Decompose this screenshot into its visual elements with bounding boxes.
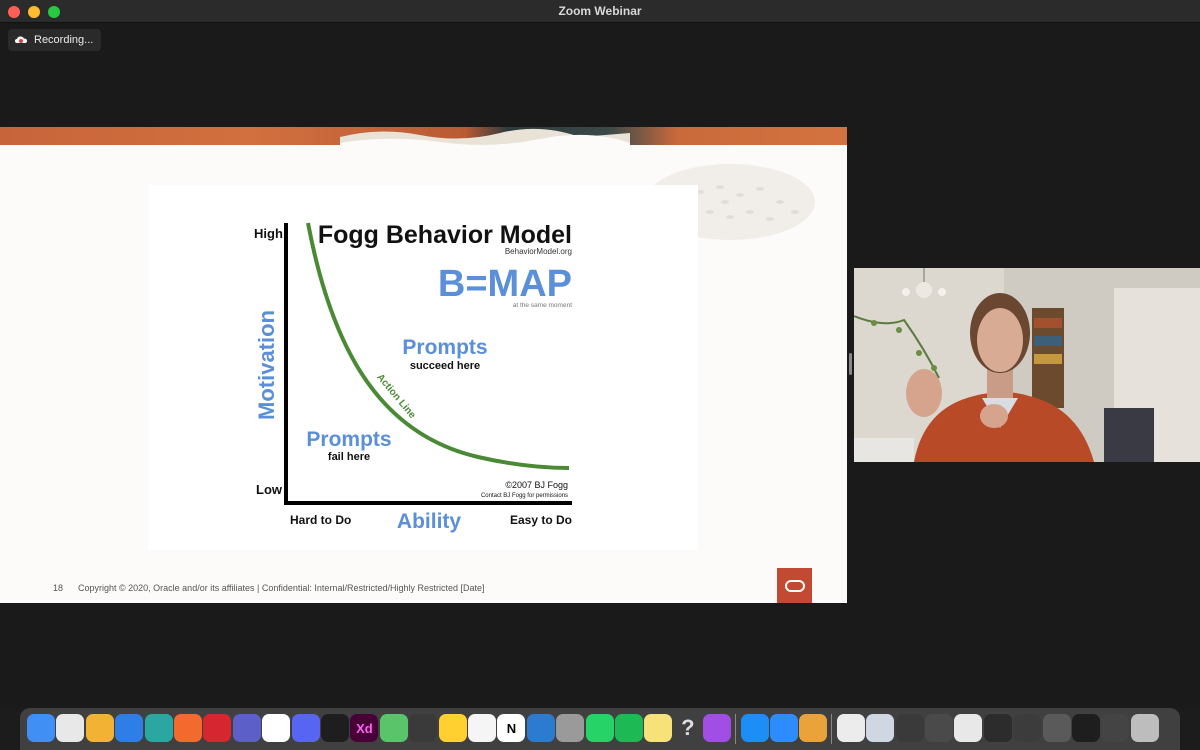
bird-icon[interactable] (409, 714, 438, 742)
webinar-view: Recording... High Low Motivation Fogg Be… (0, 23, 1200, 708)
cloud-recording-icon (15, 36, 27, 43)
x-axis-label: Ability (397, 510, 461, 533)
window-thumbnail-icon[interactable] (1101, 714, 1130, 742)
teams-icon[interactable] (232, 714, 261, 742)
settings-icon[interactable] (556, 714, 585, 742)
figma-icon[interactable] (321, 714, 349, 742)
formula-text: B=MAP (438, 263, 572, 305)
dock-separator (830, 714, 832, 744)
location-icon[interactable] (799, 714, 828, 742)
diagram-canvas: High Low Motivation Fogg Behavior Model … (254, 221, 572, 533)
opera-icon[interactable] (203, 714, 232, 742)
notes-icon[interactable] (644, 714, 673, 742)
shared-slide: High Low Motivation Fogg Behavior Model … (0, 127, 847, 603)
oracle-ring-icon (784, 579, 805, 592)
safari-icon[interactable] (115, 714, 144, 742)
trello-icon[interactable] (526, 714, 555, 742)
miro-icon[interactable] (438, 714, 467, 742)
whatsapp-icon[interactable] (585, 714, 614, 742)
formula-note: at the same moment (513, 302, 572, 309)
chrome-canary-icon[interactable] (85, 714, 114, 742)
xd-icon[interactable]: Xd (350, 714, 379, 742)
x-left-label: Hard to Do (290, 513, 351, 527)
window-thumbnail-icon[interactable] (925, 714, 953, 742)
oracle-logo (777, 568, 812, 603)
prompts-succeed-sub: succeed here (410, 360, 480, 372)
podcasts-icon[interactable] (703, 714, 732, 742)
window-thumbnail-icon[interactable] (1042, 714, 1071, 742)
x-right-label: Easy to Do (510, 513, 572, 527)
finder-icon[interactable] (27, 714, 55, 742)
slide-copyright: Copyright © 2020, Oracle and/or its affi… (78, 583, 485, 593)
recording-label: Recording... (34, 34, 94, 46)
speaker-video-frame (854, 268, 1200, 462)
slack-icon[interactable] (262, 714, 291, 742)
window-thumbnail-icon[interactable] (1013, 714, 1042, 742)
macos-dock: Xd N? (20, 708, 1180, 750)
help-icon[interactable]: ? (674, 714, 702, 742)
diagram-site: BehaviorModel.org (505, 247, 572, 256)
y-low-label: Low (256, 482, 283, 497)
app-store-icon[interactable] (740, 714, 769, 742)
window-controls (8, 6, 60, 18)
discord-icon[interactable] (291, 714, 320, 742)
slide-band-decoration (340, 128, 630, 149)
slide-page-number: 18 (53, 583, 64, 593)
slide-footer: 18 Copyright © 2020, Oracle and/or its a… (0, 579, 847, 599)
window-thumbnail-icon[interactable] (1072, 714, 1100, 742)
chrome-icon[interactable] (56, 714, 85, 742)
panel-resize-handle[interactable] (849, 353, 852, 375)
window-title: Zoom Webinar (558, 4, 642, 18)
edge-beta-icon[interactable] (144, 714, 173, 742)
y-axis-label: Motivation (254, 310, 279, 420)
firefox-icon[interactable] (174, 714, 202, 742)
mail-icon[interactable] (468, 714, 496, 742)
document-icon[interactable] (836, 714, 865, 742)
notion-icon[interactable]: N (497, 714, 526, 742)
zoom-icon[interactable] (770, 714, 798, 742)
recording-indicator[interactable]: Recording... (8, 29, 102, 51)
window-thumbnail-icon[interactable] (866, 714, 895, 742)
credit-text: ©2007 BJ Fogg (505, 480, 568, 490)
title-bar: Zoom Webinar (0, 0, 1200, 23)
git-icon[interactable] (379, 714, 408, 742)
window-thumbnail-icon[interactable] (954, 714, 983, 742)
minimize-window-button[interactable] (28, 6, 40, 18)
prompts-succeed-title: Prompts (402, 336, 487, 359)
close-window-button[interactable] (8, 6, 20, 18)
dock-separator (734, 714, 736, 744)
speaker-video[interactable] (854, 268, 1200, 462)
trash-icon[interactable] (1130, 714, 1159, 742)
maximize-window-button[interactable] (48, 6, 60, 18)
prompts-fail-title: Prompts (306, 428, 391, 451)
fogg-behavior-diagram: High Low Motivation Fogg Behavior Model … (148, 185, 698, 550)
diagram-title: Fogg Behavior Model (318, 221, 572, 249)
prompts-fail-sub: fail here (328, 451, 370, 463)
credit-sub-text: Contact BJ Fogg for permissions (481, 493, 568, 499)
window-thumbnail-icon[interactable] (983, 714, 1012, 742)
window-thumbnail-icon[interactable] (895, 714, 924, 742)
y-high-label: High (254, 226, 283, 241)
spotify-icon[interactable] (615, 714, 643, 742)
